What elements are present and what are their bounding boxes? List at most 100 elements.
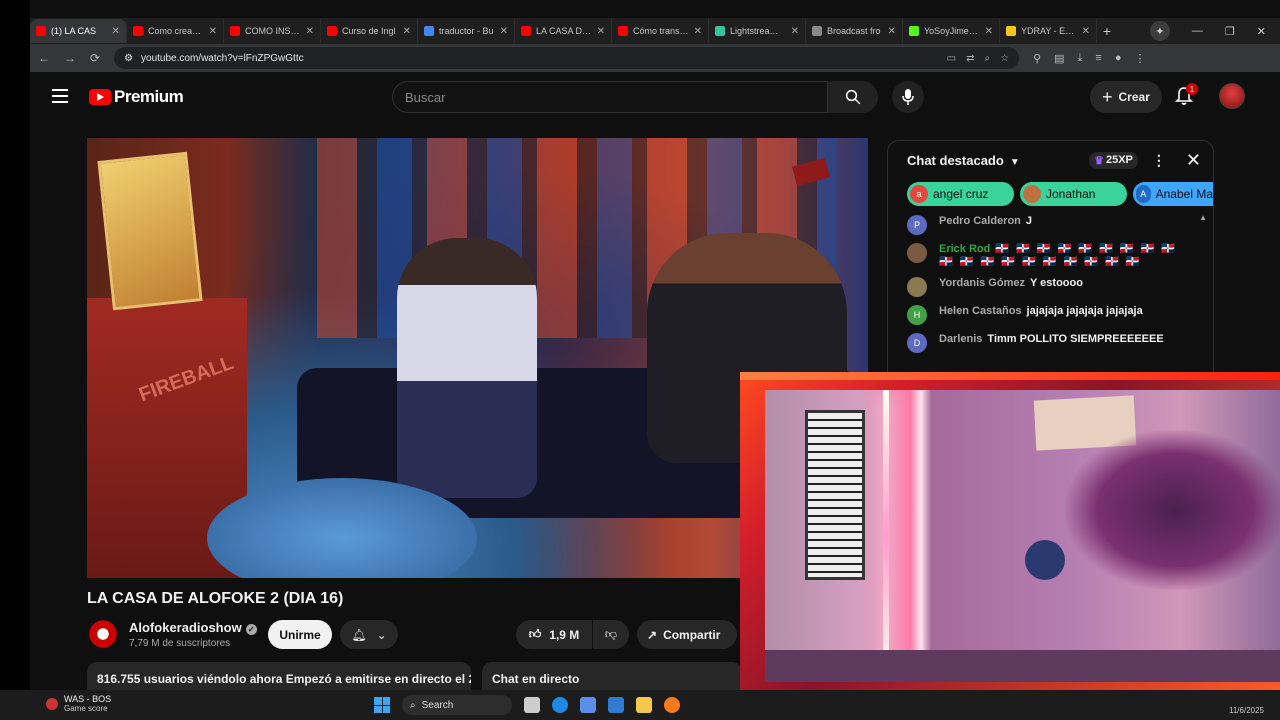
share-arrow-icon: ↗ xyxy=(647,627,658,642)
side-panel-icon[interactable]: ▤ xyxy=(1054,52,1064,65)
browser-tab-bar: (1) LA CAS ✕ Como crear Pl ✕ COMO INSTAL ✕ Cur… xyxy=(30,18,1280,44)
back-icon[interactable]: ← xyxy=(38,51,50,65)
galaxy-mural xyxy=(1065,430,1280,590)
game-score-widget[interactable]: WAS - BOS Game score xyxy=(46,694,111,713)
guide-menu-icon[interactable] xyxy=(52,89,68,103)
cast-icon[interactable]: ▭ xyxy=(947,53,956,64)
search-button[interactable] xyxy=(828,81,878,113)
search-input[interactable]: Buscar xyxy=(392,81,828,113)
chat-message: D Darlenis Timm POLLITO SIEMPREEEEEEE xyxy=(907,333,1213,353)
account-avatar[interactable] xyxy=(1219,83,1245,109)
browser-tab[interactable]: Como crear Pl ✕ xyxy=(127,19,224,43)
thumbs-down-icon: 👎︎ xyxy=(604,627,618,641)
tab-close-icon[interactable]: ✕ xyxy=(694,26,702,37)
channel-name[interactable]: Alofokeradioshow ✓ xyxy=(129,620,257,635)
minimize-icon[interactable]: — xyxy=(1192,25,1203,37)
browser-tab[interactable]: Curso de Ingl ✕ xyxy=(321,19,418,43)
tab-close-icon[interactable]: ✕ xyxy=(1082,26,1090,37)
share-button[interactable]: ↗ Compartir xyxy=(637,620,737,649)
forward-icon[interactable]: → xyxy=(64,51,76,65)
reload-icon[interactable]: ⟳ xyxy=(90,51,100,65)
media-icon[interactable]: ≡ xyxy=(1095,52,1101,64)
tab-close-icon[interactable]: ✕ xyxy=(500,26,508,37)
tab-close-icon[interactable]: ✕ xyxy=(306,26,314,37)
taskbar-search[interactable]: ⌕ Search xyxy=(402,695,512,715)
browser-tab[interactable]: Lightstream St ✕ xyxy=(709,19,806,43)
pinned-chatter[interactable]: a angel cruz xyxy=(907,182,1014,206)
more-options-icon[interactable]: ⋮ xyxy=(1152,152,1166,169)
translate-icon[interactable]: ⇄ xyxy=(966,53,974,64)
message-author[interactable]: Erick Rod xyxy=(939,243,990,255)
premium-brand: Premium xyxy=(114,87,184,106)
voice-search-button[interactable] xyxy=(892,81,924,113)
browser-menu-icon[interactable]: ⋮ xyxy=(1134,52,1145,65)
like-button[interactable]: 👍︎ 1,9 M xyxy=(516,620,592,649)
thumbs-up-icon: 👍︎ xyxy=(528,627,542,641)
tab-close-icon[interactable]: ✕ xyxy=(985,26,993,37)
tab-close-icon[interactable]: ✕ xyxy=(112,26,120,37)
tab-favicon-icon xyxy=(618,26,628,36)
dislike-button[interactable]: 👎︎ xyxy=(593,620,629,649)
maximize-icon[interactable]: ❐ xyxy=(1225,25,1235,38)
description-box[interactable]: 816.755 usuarios viéndolo ahora Empezó a… xyxy=(87,662,471,692)
game-subtitle: Game score xyxy=(64,704,108,713)
window-controls: ✦ — ❐ ✕ xyxy=(1149,21,1280,41)
browser-tab[interactable]: (1) LA CAS ✕ xyxy=(30,19,127,43)
close-window-icon[interactable]: ✕ xyxy=(1257,25,1266,38)
file-explorer-icon[interactable] xyxy=(636,697,652,713)
browser-tab[interactable]: traductor - Bu ✕ xyxy=(418,19,515,43)
task-view-icon[interactable] xyxy=(524,697,540,713)
plus-icon: + xyxy=(1102,86,1113,107)
chat-replay-button[interactable]: Chat en directo xyxy=(482,662,742,692)
subscription-bell-button[interactable]: 🔔︎ ⌄ xyxy=(340,620,398,649)
browser-tab[interactable]: Cómo transmi ✕ xyxy=(612,19,709,43)
chat-mode-selector[interactable]: Chat destacado ▼ xyxy=(907,153,1020,168)
browser-tab[interactable]: LA CASA DE A ✕ xyxy=(515,19,612,43)
message-author[interactable]: Darlenis xyxy=(939,333,982,345)
join-button[interactable]: Unirme xyxy=(268,620,332,649)
site-info-icon[interactable]: ⚙ xyxy=(124,53,133,64)
browser-tab[interactable]: Broadcast fro ✕ xyxy=(806,19,903,43)
scroll-up-icon[interactable]: ▲ xyxy=(1199,213,1207,222)
sparkle-icon[interactable]: ✦ xyxy=(1149,21,1170,41)
youtube-play-icon xyxy=(89,89,111,105)
verified-check-icon: ✓ xyxy=(245,624,257,635)
pinned-chatter[interactable]: Jonathan xyxy=(1020,182,1127,206)
zoom-icon[interactable]: ⌕ xyxy=(984,53,990,64)
tab-close-icon[interactable]: ✕ xyxy=(888,26,896,37)
tab-close-icon[interactable]: ✕ xyxy=(403,26,411,37)
copilot-icon[interactable] xyxy=(580,697,596,713)
tab-title: YoSoyJimenez xyxy=(924,26,980,36)
bookmark-star-icon[interactable]: ☆ xyxy=(1000,53,1009,64)
tab-close-icon[interactable]: ✕ xyxy=(597,26,605,37)
download-icon[interactable]: ⤓ xyxy=(1078,52,1083,65)
browser-tab[interactable]: YDRAY - Envia ✕ xyxy=(1000,19,1097,43)
pinned-chatter[interactable]: A Anabel Ma xyxy=(1133,182,1213,206)
notifications-button[interactable]: 1 xyxy=(1175,83,1198,106)
message-text: J xyxy=(1025,215,1033,227)
microphone-icon xyxy=(902,89,914,105)
message-author[interactable]: Helen Castaños xyxy=(939,305,1022,317)
tab-close-icon[interactable]: ✕ xyxy=(209,26,217,37)
address-bar[interactable]: ⚙ youtube.com/watch?v=lFnZPGwGttc ▭ ⇄ ⌕ … xyxy=(114,47,1020,69)
search-placeholder: Buscar xyxy=(405,89,446,105)
edge-icon[interactable] xyxy=(552,697,568,713)
tab-close-icon[interactable]: ✕ xyxy=(791,26,799,37)
new-tab-button[interactable]: + xyxy=(1097,23,1117,39)
extensions-icon[interactable]: ⚲ xyxy=(1033,52,1041,65)
url-text: youtube.com/watch?v=lFnZPGwGttc xyxy=(141,52,304,64)
message-author[interactable]: Pedro Calderon xyxy=(939,215,1021,227)
browser-tab[interactable]: COMO INSTAL ✕ xyxy=(224,19,321,43)
windows-start-icon[interactable] xyxy=(374,697,390,713)
profile-icon[interactable]: ● xyxy=(1115,52,1122,64)
channel-avatar[interactable] xyxy=(87,618,119,650)
close-chat-icon[interactable]: ✕ xyxy=(1186,150,1201,171)
store-icon[interactable] xyxy=(608,697,624,713)
firefox-icon[interactable] xyxy=(664,697,680,713)
message-author[interactable]: Yordanis Gómez xyxy=(939,277,1025,289)
create-button[interactable]: + Crear xyxy=(1090,81,1162,113)
youtube-logo[interactable]: Premium xyxy=(89,87,184,107)
person-left xyxy=(397,238,537,498)
xp-badge[interactable]: ♛ 25XP xyxy=(1089,151,1138,169)
browser-tab[interactable]: YoSoyJimenez ✕ xyxy=(903,19,1000,43)
